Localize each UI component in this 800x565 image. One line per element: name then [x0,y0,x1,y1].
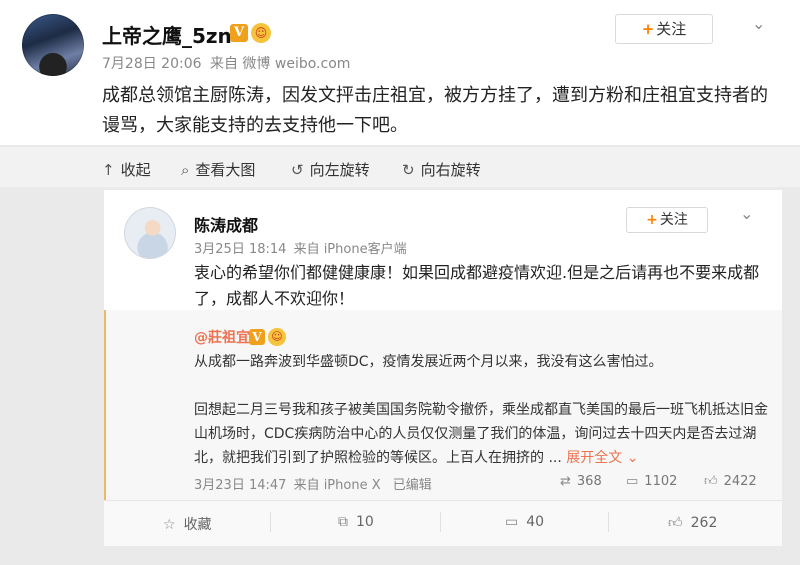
quoted-verified-badge: V [249,329,265,345]
rotate-right-icon: ↻ [402,161,415,179]
like-button[interactable]: 👍︎ 262 [668,514,717,531]
quoted-time[interactable]: 3月23日 14:47 [194,478,286,493]
divider [608,512,609,532]
plus-icon: + [641,20,655,38]
repost-avatar[interactable] [124,207,176,259]
quoted-paragraph-2-text: 回想起二月三号我和孩子被美国国务院勒令撤侨，乘坐成都直飞美国的最后一班飞机抵达旧… [194,402,768,466]
quoted-author-name[interactable]: @莊祖宜 [194,327,250,347]
comment-count: 40 [526,514,545,530]
chevron-down-icon[interactable]: ⌄ [752,14,765,33]
bottom-strip [104,546,782,565]
search-icon: ⌕ [181,161,190,179]
verified-badge: V [230,24,248,42]
divider [440,512,441,532]
collapse-button[interactable]: ↑ 收起 [102,159,151,180]
member-badge-icon: ☺ [251,23,271,43]
quoted-paragraph-1: 从成都一路奔波到华盛顿DC，疫情发展近两个月以来，我没有这么害怕过。 [194,354,663,370]
quoted-comment-count: 1102 [644,474,678,489]
quoted-like-count: 2422 [723,474,757,489]
favorite-label: 收藏 [183,517,212,533]
media-toolbar: ↑ 收起 ⌕ 查看大图 ↺ 向左旋转 ↻ 向右旋转 [0,147,800,187]
follow-button[interactable]: + 关注 [615,14,713,44]
quoted-edited: 已编辑 [392,478,432,493]
repost-button[interactable]: ⧉ 10 [338,514,374,530]
follow-label: 关注 [656,20,687,38]
expand-label: 展开全文 [566,450,623,466]
quoted-repost-count: 368 [576,474,602,489]
favorite-button[interactable]: ☆ 收藏 [163,514,212,534]
rotate-left-button[interactable]: ↺ 向左旋转 [291,159,370,180]
quoted-repost-stat[interactable]: ⇄ 368 [560,474,602,489]
post-source: 来自 微博 weibo.com [209,56,351,72]
quoted-meta: 3月23日 14:47 来自 iPhone X 已编辑 [194,474,432,493]
view-large-label: 查看大图 [195,161,256,179]
rotate-right-label: 向右旋转 [420,161,481,179]
author-avatar[interactable] [22,14,84,76]
author-name[interactable]: 上帝之鹰_5zn [102,20,232,49]
repost-meta: 3月25日 18:14 来自 iPhone客户端 [194,238,407,257]
quoted-author-label: @莊祖宜 [194,330,250,346]
rotate-left-icon: ↺ [291,161,304,179]
star-icon: ☆ [163,517,176,533]
repost-text: 衷心的希望你们都健健康康！如果回成都避疫情欢迎.但是之后请再也不要来成都了，成都… [194,263,760,308]
rotate-left-label: 向左旋转 [309,161,370,179]
quoted-comment-stat[interactable]: ▭ 1102 [626,474,677,489]
repost-count: 10 [356,514,374,530]
chevron-down-icon: ⌄ [626,450,639,466]
like-count: 262 [690,515,718,531]
collapse-icon: ↑ [102,161,115,179]
like-icon: 👍︎ [704,474,718,489]
quoted-paragraph-2: 回想起二月三号我和孩子被美国国务院勒令撤侨，乘坐成都直飞美国的最后一班飞机抵达旧… [194,398,769,470]
quoted-like-stat[interactable]: 👍︎ 2422 [704,474,757,489]
comment-icon: ▭ [505,514,519,530]
quoted-member-badge-icon: ☺ [268,328,286,346]
plus-icon: + [646,212,658,228]
repost-icon: ⧉ [338,514,348,530]
post-meta: 7月28日 20:06 来自 微博 weibo.com [102,53,350,73]
post-time[interactable]: 7月28日 20:06 [102,56,202,72]
post-text: 成都总领馆主厨陈涛，因发文抨击庄祖宜，被方方挂了，遭到方粉和庄祖宜支持者的谩骂，… [102,85,768,136]
comment-icon: ▭ [626,474,639,489]
comment-button[interactable]: ▭ 40 [505,514,544,530]
repost-time[interactable]: 3月25日 18:14 [194,242,286,257]
quoted-source: 来自 iPhone X [293,478,381,493]
quoted-text: 从成都一路奔波到华盛顿DC，疫情发展近两个月以来，我没有这么害怕过。 回想起二月… [194,350,769,470]
repost-source: 来自 iPhone客户端 [293,242,407,257]
repost-follow-label: 关注 [659,212,688,228]
collapse-label: 收起 [120,161,151,179]
repost-author-name[interactable]: 陈涛成都 [194,212,258,236]
expand-link[interactable]: 展开全文 ⌄ [566,450,638,466]
rotate-right-button[interactable]: ↻ 向右旋转 [402,159,481,180]
repost-icon: ⇄ [560,474,571,489]
repost-follow-button[interactable]: + 关注 [626,207,708,233]
divider [270,512,271,532]
view-large-button[interactable]: ⌕ 查看大图 [181,159,255,180]
repost-chevron-down-icon[interactable]: ⌄ [740,204,753,223]
like-icon: 👍︎ [668,515,683,531]
